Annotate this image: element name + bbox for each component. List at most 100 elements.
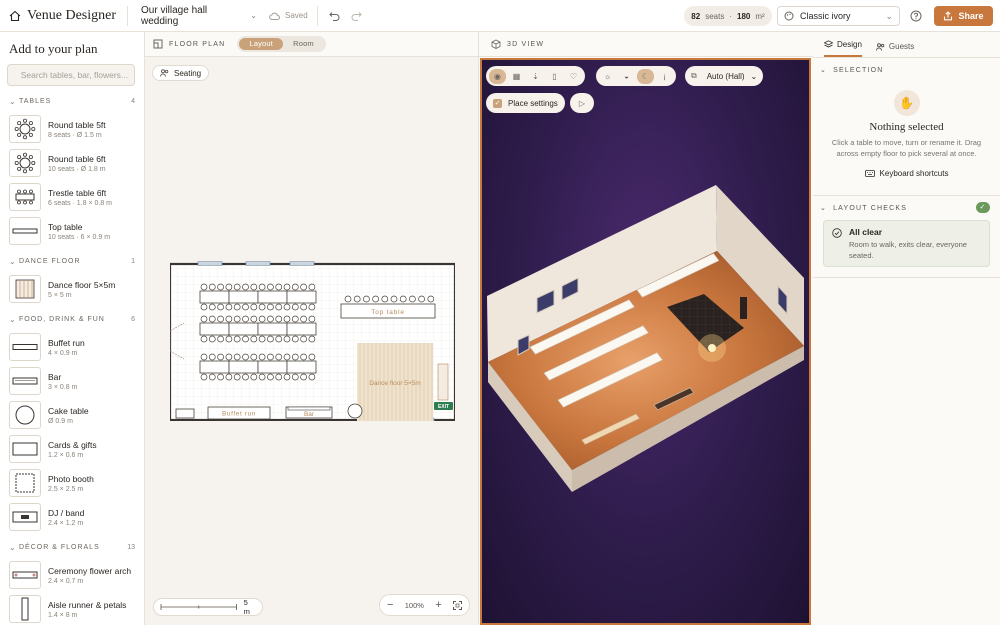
view-tools: ◉ ▦ ⇣ ▯ ♡ <box>486 66 585 86</box>
trestle-table[interactable] <box>228 322 259 336</box>
fit-view-icon[interactable] <box>453 600 462 610</box>
tab-design[interactable]: Design <box>824 40 862 57</box>
top-table[interactable]: Top table <box>340 295 436 319</box>
seating-chip[interactable]: Seating <box>152 65 210 81</box>
camera-mode-select[interactable]: ⧉ Auto (Hall) ⌄ <box>685 66 764 86</box>
checkbox-checked-icon[interactable]: ✓ <box>493 98 502 108</box>
trestle-table[interactable] <box>228 290 259 304</box>
all-clear-heading: All clear <box>849 227 883 237</box>
chair <box>409 295 416 303</box>
item-name: Top table <box>48 221 83 232</box>
section-header[interactable]: ⌄ Décor & florals 13 <box>9 540 135 554</box>
chair <box>300 353 307 361</box>
sun-icon[interactable]: ☼ <box>599 69 616 84</box>
sunset-icon[interactable]: ◒ <box>618 69 635 84</box>
item-meta: 2.4 × 0.7 m <box>48 577 84 585</box>
chair <box>291 373 299 381</box>
scene-3d[interactable]: ◉ ▦ ⇣ ▯ ♡ ☼ ◒ ☾ ¡ ⧉ Auto (Hall) ⌄ ✓ Plac… <box>480 58 811 625</box>
zoom-out-button[interactable]: − <box>387 599 393 611</box>
chair <box>217 335 224 343</box>
heart-view-button[interactable]: ♡ <box>565 69 582 84</box>
catalog-item[interactable]: Top table 10 seats · 6 × 0.9 m <box>9 214 144 248</box>
section-header[interactable]: ⌄ Tables 4 <box>9 94 135 108</box>
zoom-in-button[interactable]: + <box>435 599 441 611</box>
check-circle-icon <box>832 228 842 238</box>
trestle-table[interactable] <box>199 360 230 374</box>
trestle-table[interactable] <box>199 290 230 304</box>
catalog-item[interactable]: DJ / band 2.4 × 1.2 m <box>9 500 144 534</box>
trestle-table[interactable] <box>199 322 230 336</box>
item-meta: 2.4 × 1.2 m <box>48 519 84 527</box>
view-mode-toggle[interactable]: Layout Room <box>237 36 326 52</box>
chair <box>225 353 233 361</box>
selection-section-header[interactable]: ⌄ Selection <box>813 58 1000 82</box>
layers-icon: ⧉ <box>691 71 697 80</box>
zoom-controls: − 100% + <box>379 594 470 616</box>
catalog-item[interactable]: Photo booth 2.5 × 2.5 m <box>9 466 144 500</box>
catalog-item[interactable]: Cake table Ø 0.9 m <box>9 398 144 432</box>
trestle-table[interactable] <box>286 322 317 336</box>
orbit-view-button[interactable]: ◉ <box>489 68 506 84</box>
cards-gifts[interactable] <box>175 408 195 419</box>
chair <box>250 353 258 361</box>
palette-icon <box>784 11 794 21</box>
scale-label: 5 m <box>243 598 250 616</box>
catalog-item[interactable]: Dance floor 5×5m 5 × 5 m <box>9 272 144 306</box>
buffet-run[interactable]: Buffet run <box>207 406 271 420</box>
project-name-dropdown[interactable]: Our village hall wedding ⌄ <box>141 5 257 27</box>
tab-layout[interactable]: Layout <box>239 38 284 50</box>
top-view-button[interactable]: ▦ <box>508 69 525 84</box>
section-header[interactable]: ⌄ Dance floor 1 <box>9 254 135 268</box>
catalog-item[interactable]: Buffet run 4 × 0.9 m <box>9 330 144 364</box>
share-button[interactable]: Share <box>934 6 993 26</box>
chevron-down-icon: ⌄ <box>820 67 828 74</box>
share-icon <box>944 11 953 21</box>
catalog-item[interactable]: Cards & gifts 1.2 × 0.6 m <box>9 432 144 466</box>
cake-table[interactable] <box>347 403 363 419</box>
walk-view-button[interactable]: ⇣ <box>527 69 544 84</box>
trestle-table[interactable] <box>257 322 288 336</box>
theme-select[interactable]: Classic ivory ⌄ <box>777 6 900 26</box>
section-label: Dance floor <box>19 257 81 265</box>
top-table-icon <box>9 217 41 245</box>
door-view-button[interactable]: ▯ <box>546 69 563 84</box>
trestle-table[interactable] <box>228 360 259 374</box>
tab-guests-label: Guests <box>888 42 915 51</box>
help-button[interactable] <box>906 6 926 26</box>
layout-checks-header[interactable]: ⌄ Layout checks ✓ <box>813 196 1000 220</box>
search-field[interactable]: Search tables, bar, flowers... <box>7 64 135 86</box>
candle-icon[interactable]: ¡ <box>656 69 673 84</box>
tab-guests[interactable]: Guests <box>875 42 915 57</box>
search-input[interactable]: Search tables, bar, flowers... <box>21 70 128 80</box>
dance-floor[interactable]: Dance floor 5×5m <box>357 343 433 421</box>
moon-icon[interactable]: ☾ <box>637 68 654 84</box>
keyboard-shortcuts-link[interactable]: Keyboard shortcuts <box>813 169 1000 178</box>
trestle-table-icon <box>9 183 41 211</box>
catalog-item[interactable]: Round table 6ft 10 seats · Ø 1.8 m <box>9 146 144 180</box>
chair <box>233 353 241 361</box>
place-settings-toggle[interactable]: ✓ Place settings <box>486 93 565 113</box>
catalog-item[interactable]: Ceremony flower arch 2.4 × 0.7 m <box>9 558 144 592</box>
chair <box>381 295 389 303</box>
tab-room[interactable]: Room <box>283 38 324 50</box>
play-tour-button[interactable]: ▷ <box>570 93 594 113</box>
section-header[interactable]: ⌄ Food, drink & fun 6 <box>9 312 135 326</box>
trestle-table[interactable] <box>257 290 288 304</box>
dj-band[interactable] <box>437 363 449 401</box>
undo-button[interactable] <box>323 5 345 27</box>
trestle-table[interactable] <box>286 290 317 304</box>
chevron-down-icon: ⌄ <box>885 10 893 21</box>
trestle-table[interactable] <box>257 360 288 374</box>
chair <box>291 283 299 291</box>
area-unit: m² <box>755 11 765 21</box>
floor-plan-canvas[interactable]: Top table Dance floor 5×5m Buffet run Ba… <box>170 261 455 421</box>
catalog-item[interactable]: Trestle table 6ft 6 seats · 1.8 × 0.8 m <box>9 180 144 214</box>
bar[interactable]: Bar <box>285 406 333 419</box>
catalog-item[interactable]: Bar 3 × 0.8 m <box>9 364 144 398</box>
trestle-table[interactable] <box>286 360 317 374</box>
chair <box>275 283 283 291</box>
catalog-item[interactable]: Aisle runner & petals 1.4 × 8 m <box>9 592 144 625</box>
catalog-item[interactable]: Round table 5ft 8 seats · Ø 1.5 m <box>9 112 144 146</box>
redo-button[interactable] <box>345 5 367 27</box>
item-name: Aisle runner & petals <box>48 599 127 610</box>
